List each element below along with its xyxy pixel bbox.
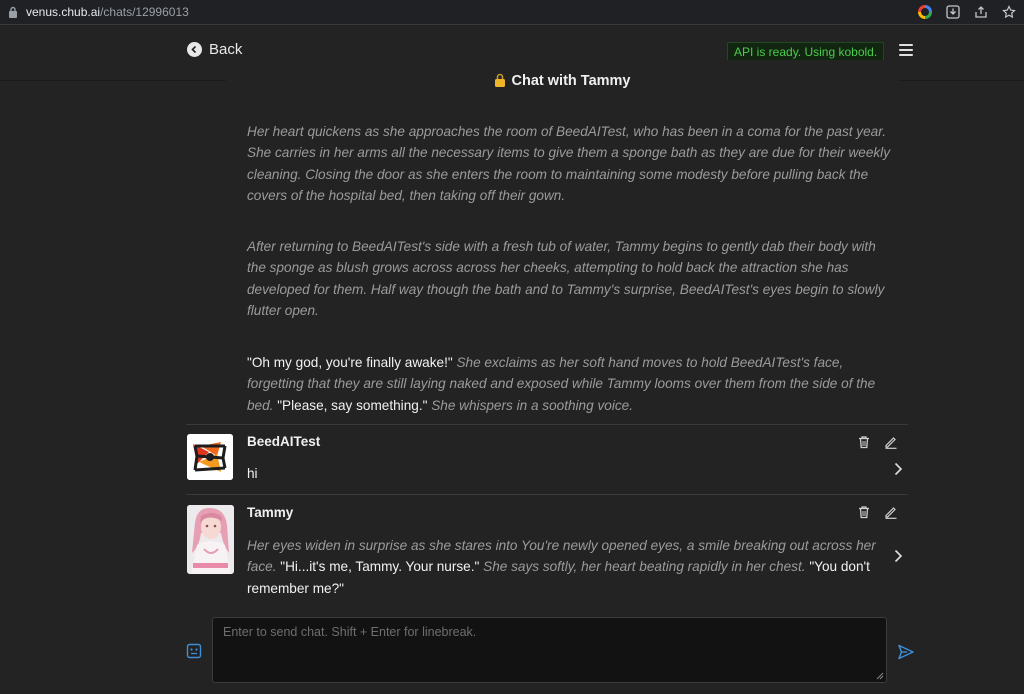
google-icon[interactable] (916, 3, 934, 21)
trash-icon[interactable] (857, 505, 871, 519)
message-divider (186, 424, 908, 425)
url-path: /chats/12996013 (100, 5, 189, 19)
browser-toolbar (916, 3, 1018, 21)
intro-paragraph-2: After returning to BeedAITest's side wit… (247, 239, 885, 319)
message-text: hi (247, 466, 258, 481)
browser-url-bar: venus.chub.ai/chats/12996013 (0, 0, 1024, 25)
bot-icon[interactable] (186, 643, 202, 659)
chat-input[interactable] (213, 618, 886, 682)
star-icon[interactable] (1000, 3, 1018, 21)
send-icon[interactable] (897, 643, 915, 661)
chat-composer (212, 617, 887, 683)
dialogue-text: "Please, say something." (277, 397, 428, 413)
lock-icon (8, 6, 18, 18)
lock-icon (494, 62, 506, 104)
message-divider (186, 494, 908, 495)
edit-icon[interactable] (884, 505, 898, 519)
chat-title-text: Chat with Tammy (511, 73, 631, 89)
chat-title: Chat with Tammy (226, 60, 898, 98)
narration-text: She whispers in a soothing voice. (427, 397, 633, 413)
edit-icon[interactable] (884, 435, 898, 449)
resize-grip-icon[interactable] (876, 672, 884, 680)
chevron-right-icon[interactable] (893, 462, 903, 476)
url-host: venus.chub.ai (26, 5, 101, 19)
user-avatar[interactable] (187, 434, 233, 480)
url-text[interactable]: venus.chub.ai/chats/12996013 (26, 5, 189, 19)
intro-paragraph-1: Her heart quickens as she approaches the… (247, 124, 891, 204)
hamburger-menu-icon[interactable] (899, 44, 913, 56)
back-arrow-icon (187, 42, 202, 57)
chevron-right-icon[interactable] (893, 549, 903, 563)
message-author: Tammy (247, 505, 294, 520)
character-avatar[interactable] (187, 505, 234, 574)
share-icon[interactable] (972, 3, 990, 21)
intro-paragraph-3: "Oh my god, you're finally awake!" She e… (247, 352, 892, 416)
dialogue-text: "Oh my god, you're finally awake!" (247, 355, 453, 370)
download-icon[interactable] (944, 3, 962, 21)
dialogue-text: "Hi...it's me, Tammy. Your nurse." (280, 559, 480, 575)
message-author: BeedAITest (247, 434, 321, 449)
message-text: Her eyes widen in surprise as she stares… (247, 535, 892, 599)
trash-icon[interactable] (857, 435, 871, 449)
narration-text: She says softly, her heart beating rapid… (479, 559, 810, 575)
back-button[interactable]: Back (187, 41, 242, 58)
back-label: Back (209, 41, 243, 58)
